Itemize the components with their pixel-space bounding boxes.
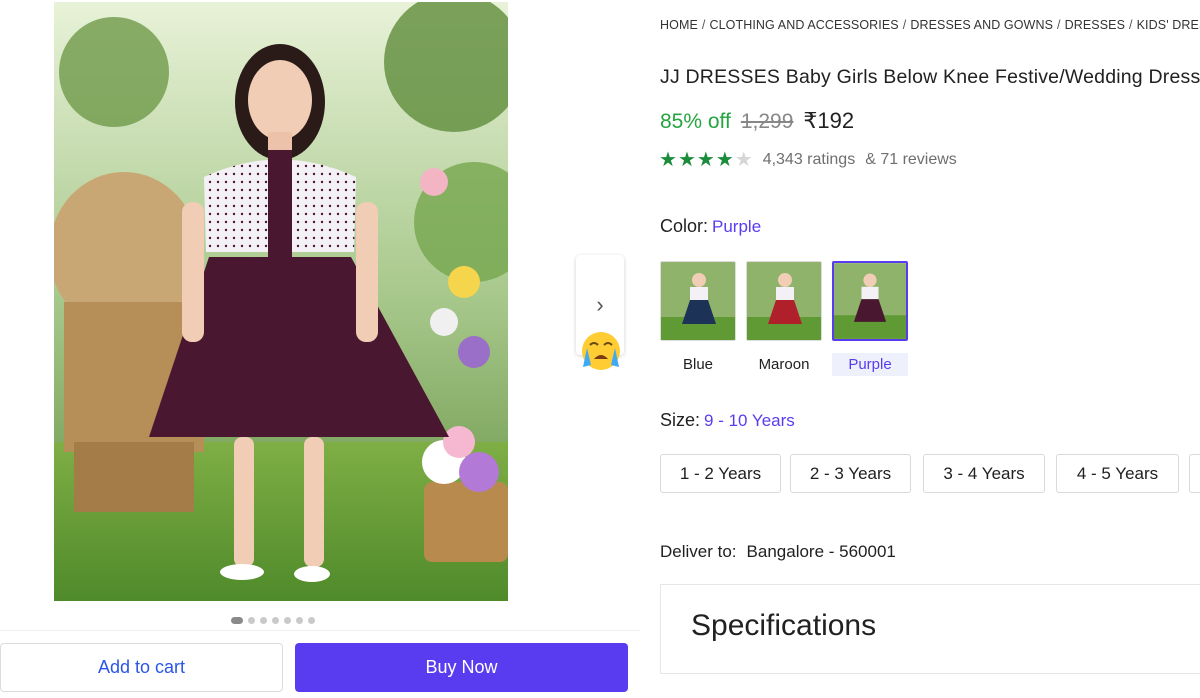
- mrp-price: 1,299: [740, 110, 794, 133]
- star-icon: ★: [696, 149, 715, 171]
- breadcrumb-item-home[interactable]: HOME: [660, 18, 698, 32]
- carousel-dot-1[interactable]: [231, 616, 243, 624]
- color-option-purple[interactable]: Purple: [832, 353, 908, 376]
- breadcrumb-separator: /: [701, 18, 706, 32]
- price-row: 85% off 1,299 ₹192: [660, 108, 854, 138]
- swatch-thumbnail: [661, 262, 735, 340]
- size-option[interactable]: 4 - 5 Years: [1056, 454, 1179, 493]
- delivery-location[interactable]: Bangalore - 560001: [747, 542, 896, 562]
- size-selector-label: Size: 9 - 10 Years: [660, 410, 795, 431]
- carousel-dot-2[interactable]: [248, 616, 255, 624]
- carousel-dot-7[interactable]: [308, 616, 315, 624]
- breadcrumb-item-clothing[interactable]: CLOTHING AND ACCESSORIES: [709, 18, 898, 32]
- breadcrumb: HOME / CLOTHING AND ACCESSORIES / DRESSES AN…: [660, 18, 1200, 32]
- carousel-dot-6[interactable]: [296, 616, 303, 624]
- buy-now-button[interactable]: Buy Now: [295, 643, 628, 692]
- rating-row[interactable]: ★ ★ ★ ★ ★ 4,343 ratings & 71 reviews: [659, 148, 957, 172]
- color-swatch-purple[interactable]: [832, 261, 908, 341]
- add-to-cart-button[interactable]: Add to cart: [0, 643, 283, 692]
- selling-price: ₹192: [803, 108, 855, 133]
- deliver-to-label: Deliver to:: [660, 542, 737, 561]
- color-option-maroon[interactable]: Maroon: [746, 353, 822, 376]
- ratings-count[interactable]: 4,343 ratings: [763, 151, 856, 169]
- star-icon: ★: [677, 149, 696, 171]
- color-swatch-maroon[interactable]: [746, 261, 822, 341]
- size-option[interactable]: 3 - 4 Years: [923, 454, 1045, 493]
- crying-face-icon: [582, 332, 620, 370]
- color-selector-label: Color: Purple: [660, 216, 761, 237]
- size-option-partial[interactable]: [1189, 454, 1200, 493]
- star-icon: ★: [734, 149, 753, 171]
- product-page: › Add to cart Buy Now HOME / CLOTHING AND …: [0, 0, 1200, 698]
- breadcrumb-item-dresses-gowns[interactable]: DRESSES AND GOWNS: [910, 18, 1053, 32]
- swatch-thumbnail: [747, 262, 821, 340]
- action-bar: Add to cart Buy Now: [0, 630, 640, 698]
- size-option[interactable]: 2 - 3 Years: [790, 454, 911, 493]
- color-swatch-blue[interactable]: [660, 261, 736, 341]
- star-rating: ★ ★ ★ ★ ★: [659, 150, 753, 170]
- carousel-dot-5[interactable]: [284, 616, 291, 624]
- color-option-blue[interactable]: Blue: [660, 353, 736, 376]
- carousel-dot-4[interactable]: [272, 616, 279, 624]
- selected-color: Purple: [712, 217, 762, 236]
- product-title: JJ DRESSES Baby Girls Below Knee Festive…: [660, 66, 1200, 88]
- delivery-info: Deliver to: Bangalore - 560001: [660, 542, 896, 562]
- product-photo: [54, 2, 508, 601]
- specifications-section: Specifications: [660, 584, 1200, 674]
- product-image[interactable]: [54, 2, 508, 601]
- size-label: Size:: [660, 410, 701, 430]
- breadcrumb-separator: /: [1129, 18, 1133, 32]
- carousel-dot-3[interactable]: [260, 616, 267, 624]
- breadcrumb-separator: /: [902, 18, 907, 32]
- carousel-dots: [231, 616, 315, 624]
- color-label: Color:: [660, 216, 709, 236]
- star-icon: ★: [715, 149, 734, 171]
- size-option[interactable]: 1 - 2 Years: [660, 454, 781, 493]
- breadcrumb-separator: /: [1057, 18, 1061, 32]
- specifications-title: Specifications: [691, 609, 877, 642]
- breadcrumb-item-kids-dresses[interactable]: KIDS' DRESSES: [1137, 18, 1200, 32]
- selected-size: 9 - 10 Years: [704, 411, 795, 430]
- breadcrumb-item-dresses[interactable]: DRESSES: [1065, 18, 1125, 32]
- swatch-thumbnail: [834, 263, 906, 339]
- discount-percent: 85% off: [660, 110, 731, 133]
- chevron-right-icon: ›: [596, 292, 604, 317]
- reviews-count[interactable]: & 71 reviews: [865, 151, 957, 169]
- star-icon: ★: [659, 149, 677, 171]
